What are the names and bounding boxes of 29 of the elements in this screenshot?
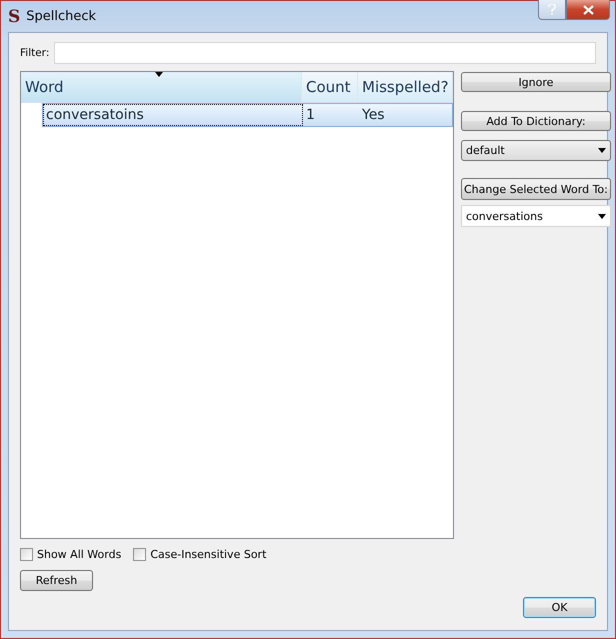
checkbox[interactable]	[133, 548, 146, 561]
ignore-button[interactable]: Ignore	[461, 72, 611, 92]
option-checkbox[interactable]: Show All Words	[20, 548, 122, 561]
close-button[interactable]	[566, 0, 610, 20]
window-title: Spellcheck	[26, 9, 96, 24]
close-icon	[582, 4, 594, 14]
dropdown-arrow-icon	[598, 214, 606, 218]
ok-button[interactable]: OK	[523, 597, 596, 618]
app-logo: S	[8, 6, 20, 26]
help-button[interactable]	[538, 0, 566, 20]
checkbox[interactable]	[20, 548, 33, 561]
dropdown-arrow-icon	[598, 148, 606, 153]
filter-label: Filter:	[20, 47, 50, 59]
column-header[interactable]: Count	[302, 72, 358, 102]
word-cell: conversatoins	[43, 104, 303, 126]
count-cell-text: 1	[305, 106, 316, 125]
table-row[interactable]: conversatoins 1 Yes	[42, 103, 453, 127]
add-to-dictionary-button[interactable]: Add To Dictionary:	[461, 111, 611, 131]
sort-icon	[155, 72, 163, 77]
help-icon	[548, 4, 556, 15]
misspelled-cell-text: Yes	[361, 106, 386, 125]
filter-field[interactable]	[54, 42, 596, 64]
change-word-button[interactable]: Change Selected Word To:	[461, 178, 611, 200]
replacement-dropdown[interactable]: conversations	[461, 205, 611, 227]
checkbox-label: Show All Words	[37, 548, 122, 561]
refresh-button[interactable]: Refresh	[20, 570, 93, 591]
dictionary-dropdown[interactable]: default	[461, 140, 611, 161]
column-header[interactable]: Misspelled?	[358, 72, 453, 102]
column-header[interactable]: Word	[21, 72, 302, 102]
